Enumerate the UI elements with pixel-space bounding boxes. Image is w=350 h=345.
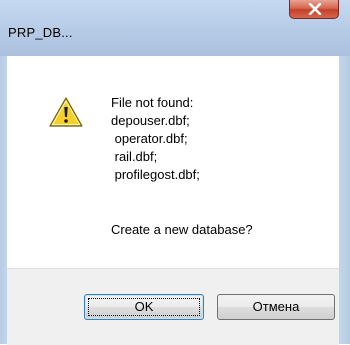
- missing-file-item: rail.dbf;: [111, 149, 158, 164]
- message-heading: File not found:: [111, 95, 194, 110]
- cancel-button[interactable]: Отмена: [217, 294, 335, 320]
- title-bar[interactable]: PRP_DB...: [0, 0, 350, 56]
- missing-file-item: profilegost.dbf;: [111, 167, 200, 182]
- window-title: PRP_DB...: [8, 25, 73, 40]
- focus-rectangle: [88, 298, 200, 316]
- missing-file-item: operator.dbf;: [111, 131, 188, 146]
- close-icon: [308, 3, 322, 15]
- dialog-window: PRP_DB... File not found: depouser.dbf; …: [0, 0, 350, 345]
- warning-icon: [49, 97, 83, 127]
- cancel-button-label: Отмена: [252, 299, 300, 314]
- window-left-border: [0, 56, 7, 344]
- close-button[interactable]: [289, 0, 339, 19]
- window-right-border: [339, 56, 350, 344]
- missing-file-item: depouser.dbf;: [111, 113, 190, 128]
- message-text: File not found: depouser.dbf; operator.d…: [111, 94, 200, 184]
- ok-button[interactable]: OK: [84, 294, 204, 320]
- message-question: Create a new database?: [111, 222, 253, 237]
